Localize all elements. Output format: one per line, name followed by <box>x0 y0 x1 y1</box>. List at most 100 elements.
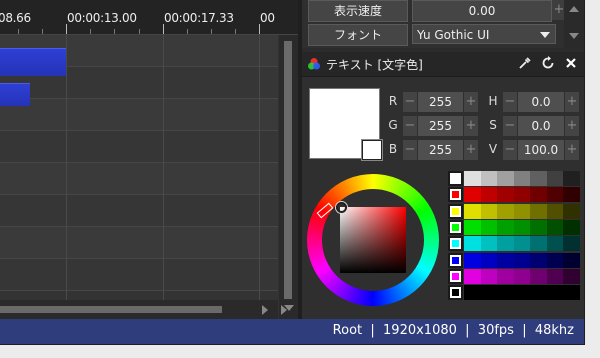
sv-cursor-handle[interactable] <box>336 202 347 213</box>
palette-color-cell[interactable] <box>513 187 531 202</box>
time-ruler[interactable]: 08.66 00:00:13.00 00:00:17.33 00 <box>0 0 298 35</box>
saturation-value[interactable]: 0.0 <box>518 116 564 136</box>
palette-key-swatch[interactable] <box>448 285 463 300</box>
palette-color-cell[interactable] <box>480 220 498 235</box>
property-label[interactable]: 表示速度 <box>308 0 408 22</box>
palette-color-cell[interactable] <box>464 236 481 251</box>
palette-color-cell[interactable] <box>480 269 498 284</box>
palette-color-cell[interactable] <box>530 171 547 186</box>
eyedropper-icon[interactable] <box>517 55 533 71</box>
palette-color-cell[interactable] <box>480 204 498 219</box>
scroll-up-arrow-icon[interactable] <box>569 6 579 12</box>
palette-color-cell[interactable] <box>530 204 547 219</box>
track-row[interactable] <box>0 259 278 291</box>
green-value[interactable]: 255 <box>418 116 463 136</box>
palette-color-cell[interactable] <box>464 269 481 284</box>
red-spinbox[interactable]: − 255 + <box>403 92 478 112</box>
green-spinbox[interactable]: − 255 + <box>403 116 478 136</box>
track-row[interactable] <box>0 163 278 195</box>
decrement-button[interactable]: − <box>503 116 517 136</box>
timeline-clip[interactable] <box>0 48 66 76</box>
palette-color-cell[interactable] <box>497 285 514 300</box>
scroll-right-arrow-icon[interactable] <box>281 305 287 315</box>
palette-color-cell[interactable] <box>513 253 531 268</box>
scrollbar-thumb[interactable] <box>0 306 222 313</box>
increment-button[interactable]: + <box>565 92 579 112</box>
saturation-spinbox[interactable]: − 0.0 + <box>503 116 579 136</box>
palette-color-cell[interactable] <box>546 269 564 284</box>
decrement-button[interactable]: − <box>503 140 517 160</box>
palette-color-cell[interactable] <box>563 269 580 284</box>
blue-spinbox[interactable]: − 255 + <box>403 140 478 160</box>
palette-color-cell[interactable] <box>546 285 564 300</box>
scrollbar-thumb[interactable] <box>284 41 292 299</box>
palette-color-cell[interactable] <box>563 285 580 300</box>
red-value[interactable]: 255 <box>418 92 463 112</box>
track-row[interactable] <box>0 131 278 163</box>
track-row[interactable] <box>0 227 278 259</box>
timeline-horizontal-scrollbar[interactable] <box>0 300 287 319</box>
palette-color-cell[interactable] <box>530 236 547 251</box>
palette-color-cell[interactable] <box>546 171 564 186</box>
background-color-swatch[interactable] <box>361 139 383 161</box>
palette-color-cell[interactable] <box>563 187 580 202</box>
track-row[interactable] <box>0 195 278 227</box>
palette-color-cell[interactable] <box>546 220 564 235</box>
palette-color-cell[interactable] <box>513 269 531 284</box>
increment-button[interactable]: + <box>464 92 478 112</box>
palette-color-cell[interactable] <box>464 204 481 219</box>
palette-color-cell[interactable] <box>464 285 481 300</box>
palette-color-cell[interactable] <box>513 285 531 300</box>
palette-color-cell[interactable] <box>530 253 547 268</box>
palette-color-cell[interactable] <box>497 236 514 251</box>
increment-button[interactable]: + <box>565 140 579 160</box>
palette-color-cell[interactable] <box>480 171 498 186</box>
palette-color-cell[interactable] <box>480 253 498 268</box>
increment-button[interactable]: + <box>464 140 478 160</box>
track-area[interactable] <box>0 35 278 300</box>
palette-color-cell[interactable] <box>497 171 514 186</box>
palette-color-cell[interactable] <box>546 236 564 251</box>
palette-color-cell[interactable] <box>546 204 564 219</box>
increment-button[interactable]: + <box>565 116 579 136</box>
palette-color-cell[interactable] <box>464 171 481 186</box>
palette-color-cell[interactable] <box>497 269 514 284</box>
scroll-down-arrow-icon[interactable] <box>569 33 579 39</box>
palette-color-cell[interactable] <box>497 187 514 202</box>
palette-key-swatch[interactable] <box>448 253 463 268</box>
palette-color-cell[interactable] <box>530 187 547 202</box>
palette-key-swatch[interactable] <box>448 236 463 251</box>
palette-color-cell[interactable] <box>563 220 580 235</box>
palette-color-cell[interactable] <box>530 285 547 300</box>
palette-key-swatch[interactable] <box>448 220 463 235</box>
hue-value[interactable]: 0.0 <box>518 92 564 112</box>
decrement-button[interactable]: − <box>403 92 417 112</box>
palette-color-cell[interactable] <box>513 236 531 251</box>
palette-color-cell[interactable] <box>563 171 580 186</box>
property-label[interactable]: フォント <box>308 24 408 46</box>
palette-key-swatch[interactable] <box>448 269 463 284</box>
palette-key-swatch[interactable] <box>448 187 463 202</box>
palette-key-swatch[interactable] <box>448 171 463 186</box>
palette-color-cell[interactable] <box>563 236 580 251</box>
palette-color-cell[interactable] <box>546 253 564 268</box>
palette-color-cell[interactable] <box>497 253 514 268</box>
increment-button[interactable]: + <box>464 116 478 136</box>
decrement-button[interactable]: − <box>403 140 417 160</box>
saturation-value-square[interactable] <box>340 207 406 273</box>
palette-color-cell[interactable] <box>563 204 580 219</box>
palette-color-cell[interactable] <box>497 220 514 235</box>
timeline-vertical-scrollbar[interactable] <box>279 35 298 319</box>
value-spinbox[interactable]: − 100.0 + <box>503 140 579 160</box>
close-icon[interactable] <box>563 55 579 71</box>
palette-color-cell[interactable] <box>530 220 547 235</box>
palette-color-cell[interactable] <box>480 187 498 202</box>
scroll-right-arrow-icon[interactable] <box>262 305 268 315</box>
palette-color-cell[interactable] <box>480 236 498 251</box>
palette-key-swatch[interactable] <box>448 204 463 219</box>
palette-color-cell[interactable] <box>464 253 481 268</box>
palette-color-cell[interactable] <box>480 285 498 300</box>
palette-color-cell[interactable] <box>464 187 481 202</box>
palette-color-cell[interactable] <box>530 269 547 284</box>
brightness-value[interactable]: 100.0 <box>518 140 564 160</box>
